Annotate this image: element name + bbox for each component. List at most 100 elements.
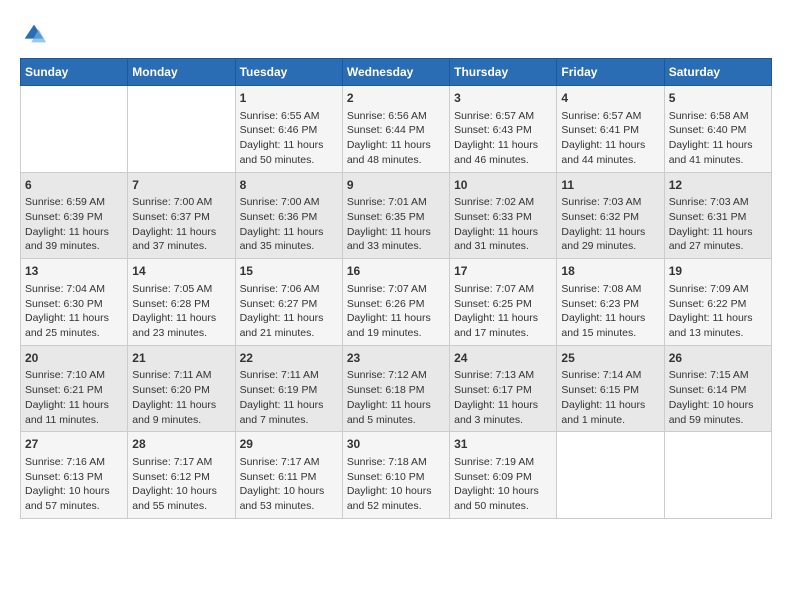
sunrise-text: Sunrise: 7:11 AM [132, 368, 230, 383]
sunrise-text: Sunrise: 7:02 AM [454, 195, 552, 210]
calendar-cell: 20Sunrise: 7:10 AMSunset: 6:21 PMDayligh… [21, 345, 128, 432]
daylight-text: Daylight: 10 hours and 53 minutes. [240, 484, 338, 513]
daylight-text: Daylight: 11 hours and 23 minutes. [132, 311, 230, 340]
day-number: 1 [240, 90, 338, 107]
calendar-cell: 12Sunrise: 7:03 AMSunset: 6:31 PMDayligh… [664, 172, 771, 259]
sunset-text: Sunset: 6:26 PM [347, 297, 445, 312]
calendar-week-2: 6Sunrise: 6:59 AMSunset: 6:39 PMDaylight… [21, 172, 772, 259]
daylight-text: Daylight: 11 hours and 15 minutes. [561, 311, 659, 340]
daylight-text: Daylight: 11 hours and 29 minutes. [561, 225, 659, 254]
sunset-text: Sunset: 6:20 PM [132, 383, 230, 398]
day-number: 24 [454, 350, 552, 367]
sunrise-text: Sunrise: 7:00 AM [132, 195, 230, 210]
day-header-thursday: Thursday [450, 59, 557, 86]
calendar-cell: 23Sunrise: 7:12 AMSunset: 6:18 PMDayligh… [342, 345, 449, 432]
day-number: 8 [240, 177, 338, 194]
day-number: 5 [669, 90, 767, 107]
day-header-monday: Monday [128, 59, 235, 86]
sunrise-text: Sunrise: 6:55 AM [240, 109, 338, 124]
calendar-cell: 5Sunrise: 6:58 AMSunset: 6:40 PMDaylight… [664, 86, 771, 173]
calendar-cell: 25Sunrise: 7:14 AMSunset: 6:15 PMDayligh… [557, 345, 664, 432]
day-number: 9 [347, 177, 445, 194]
sunrise-text: Sunrise: 7:00 AM [240, 195, 338, 210]
calendar-week-5: 27Sunrise: 7:16 AMSunset: 6:13 PMDayligh… [21, 432, 772, 519]
sunset-text: Sunset: 6:21 PM [25, 383, 123, 398]
calendar-cell: 9Sunrise: 7:01 AMSunset: 6:35 PMDaylight… [342, 172, 449, 259]
daylight-text: Daylight: 11 hours and 21 minutes. [240, 311, 338, 340]
calendar-cell: 6Sunrise: 6:59 AMSunset: 6:39 PMDaylight… [21, 172, 128, 259]
daylight-text: Daylight: 11 hours and 27 minutes. [669, 225, 767, 254]
sunrise-text: Sunrise: 7:01 AM [347, 195, 445, 210]
day-number: 13 [25, 263, 123, 280]
calendar-cell: 24Sunrise: 7:13 AMSunset: 6:17 PMDayligh… [450, 345, 557, 432]
sunrise-text: Sunrise: 7:16 AM [25, 455, 123, 470]
sunrise-text: Sunrise: 6:59 AM [25, 195, 123, 210]
day-number: 16 [347, 263, 445, 280]
day-number: 2 [347, 90, 445, 107]
calendar-cell: 2Sunrise: 6:56 AMSunset: 6:44 PMDaylight… [342, 86, 449, 173]
daylight-text: Daylight: 11 hours and 46 minutes. [454, 138, 552, 167]
daylight-text: Daylight: 11 hours and 37 minutes. [132, 225, 230, 254]
sunset-text: Sunset: 6:31 PM [669, 210, 767, 225]
sunset-text: Sunset: 6:36 PM [240, 210, 338, 225]
day-number: 4 [561, 90, 659, 107]
calendar-cell: 8Sunrise: 7:00 AMSunset: 6:36 PMDaylight… [235, 172, 342, 259]
day-number: 21 [132, 350, 230, 367]
sunrise-text: Sunrise: 7:17 AM [240, 455, 338, 470]
sunset-text: Sunset: 6:27 PM [240, 297, 338, 312]
sunset-text: Sunset: 6:15 PM [561, 383, 659, 398]
daylight-text: Daylight: 11 hours and 5 minutes. [347, 398, 445, 427]
sunrise-text: Sunrise: 7:04 AM [25, 282, 123, 297]
sunset-text: Sunset: 6:40 PM [669, 123, 767, 138]
sunrise-text: Sunrise: 7:09 AM [669, 282, 767, 297]
sunset-text: Sunset: 6:35 PM [347, 210, 445, 225]
sunset-text: Sunset: 6:22 PM [669, 297, 767, 312]
day-number: 25 [561, 350, 659, 367]
sunrise-text: Sunrise: 6:58 AM [669, 109, 767, 124]
day-number: 18 [561, 263, 659, 280]
sunset-text: Sunset: 6:11 PM [240, 470, 338, 485]
day-number: 7 [132, 177, 230, 194]
sunrise-text: Sunrise: 7:03 AM [669, 195, 767, 210]
sunrise-text: Sunrise: 7:19 AM [454, 455, 552, 470]
daylight-text: Daylight: 10 hours and 59 minutes. [669, 398, 767, 427]
calendar-cell: 16Sunrise: 7:07 AMSunset: 6:26 PMDayligh… [342, 259, 449, 346]
daylight-text: Daylight: 11 hours and 11 minutes. [25, 398, 123, 427]
sunrise-text: Sunrise: 7:06 AM [240, 282, 338, 297]
sunset-text: Sunset: 6:23 PM [561, 297, 659, 312]
sunset-text: Sunset: 6:10 PM [347, 470, 445, 485]
daylight-text: Daylight: 11 hours and 17 minutes. [454, 311, 552, 340]
day-header-tuesday: Tuesday [235, 59, 342, 86]
day-number: 28 [132, 436, 230, 453]
day-number: 23 [347, 350, 445, 367]
day-number: 10 [454, 177, 552, 194]
daylight-text: Daylight: 11 hours and 33 minutes. [347, 225, 445, 254]
day-number: 20 [25, 350, 123, 367]
daylight-text: Daylight: 11 hours and 44 minutes. [561, 138, 659, 167]
day-number: 15 [240, 263, 338, 280]
day-number: 14 [132, 263, 230, 280]
calendar-cell: 3Sunrise: 6:57 AMSunset: 6:43 PMDaylight… [450, 86, 557, 173]
calendar-week-4: 20Sunrise: 7:10 AMSunset: 6:21 PMDayligh… [21, 345, 772, 432]
calendar-cell [128, 86, 235, 173]
daylight-text: Daylight: 10 hours and 52 minutes. [347, 484, 445, 513]
sunset-text: Sunset: 6:12 PM [132, 470, 230, 485]
logo-icon [20, 20, 48, 48]
calendar-cell: 29Sunrise: 7:17 AMSunset: 6:11 PMDayligh… [235, 432, 342, 519]
sunset-text: Sunset: 6:33 PM [454, 210, 552, 225]
day-header-sunday: Sunday [21, 59, 128, 86]
daylight-text: Daylight: 11 hours and 3 minutes. [454, 398, 552, 427]
calendar-cell: 31Sunrise: 7:19 AMSunset: 6:09 PMDayligh… [450, 432, 557, 519]
sunset-text: Sunset: 6:19 PM [240, 383, 338, 398]
calendar-cell: 22Sunrise: 7:11 AMSunset: 6:19 PMDayligh… [235, 345, 342, 432]
sunset-text: Sunset: 6:43 PM [454, 123, 552, 138]
daylight-text: Daylight: 10 hours and 55 minutes. [132, 484, 230, 513]
calendar-cell: 1Sunrise: 6:55 AMSunset: 6:46 PMDaylight… [235, 86, 342, 173]
daylight-text: Daylight: 11 hours and 7 minutes. [240, 398, 338, 427]
sunset-text: Sunset: 6:18 PM [347, 383, 445, 398]
daylight-text: Daylight: 10 hours and 57 minutes. [25, 484, 123, 513]
daylight-text: Daylight: 11 hours and 35 minutes. [240, 225, 338, 254]
sunrise-text: Sunrise: 7:18 AM [347, 455, 445, 470]
sunrise-text: Sunrise: 6:57 AM [561, 109, 659, 124]
calendar-cell [557, 432, 664, 519]
